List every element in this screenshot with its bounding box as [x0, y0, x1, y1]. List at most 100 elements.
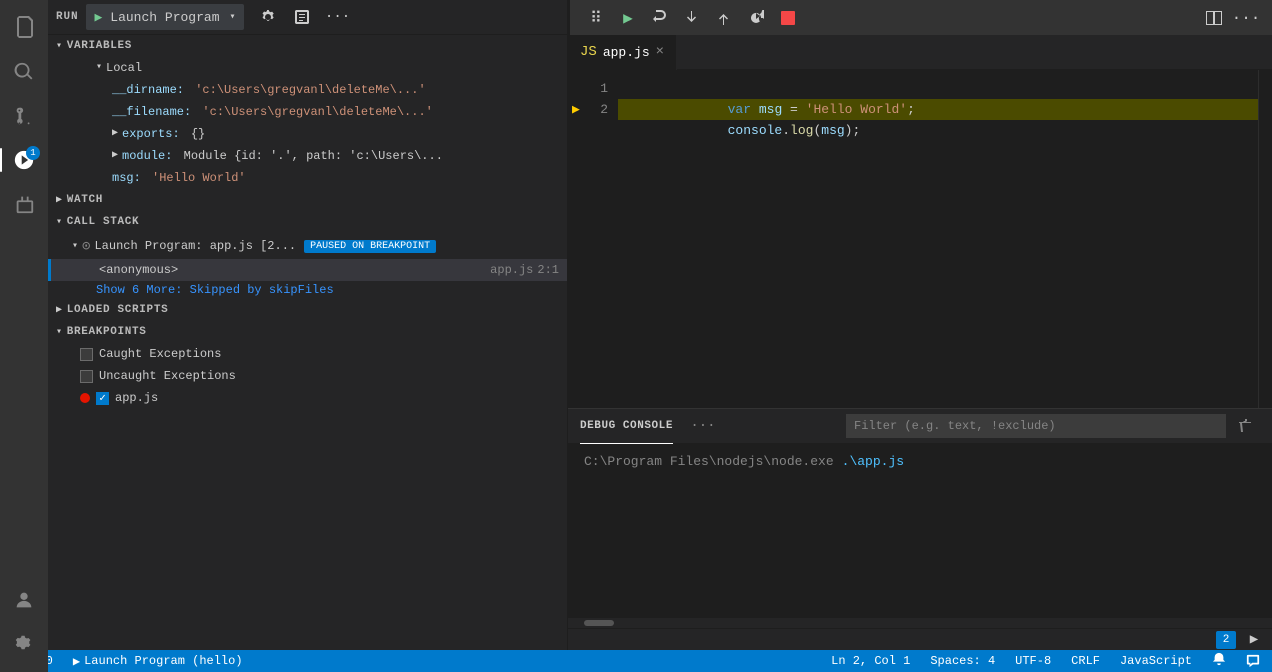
debug-arrow-icon: ▶: [572, 99, 580, 120]
tab-close-button[interactable]: ×: [656, 44, 664, 60]
chevron-down-icon: ▾: [230, 11, 236, 23]
breakpoints-chevron: ▾: [56, 326, 63, 338]
console-scrollbar[interactable]: [568, 618, 1272, 628]
status-language[interactable]: JavaScript: [1116, 654, 1196, 668]
split-editor-button[interactable]: [1200, 4, 1228, 32]
code-line-1: var msg = 'Hello World';: [618, 78, 1258, 99]
bp-caught-exceptions[interactable]: Caught Exceptions: [48, 343, 567, 365]
status-spaces[interactable]: Spaces: 4: [926, 654, 999, 668]
settings-gear-button[interactable]: [252, 3, 280, 31]
exports-chevron: ▶: [112, 124, 118, 144]
settings-icon[interactable]: [4, 624, 44, 664]
callstack-section: ▾ CALL STACK ▾ ⊙ Launch Program: app.js …: [48, 211, 567, 299]
console-more-button[interactable]: ···: [689, 412, 717, 440]
step-over-button[interactable]: [646, 4, 674, 32]
more-actions-button[interactable]: ···: [1232, 4, 1260, 32]
vertical-scrollbar[interactable]: [1258, 70, 1272, 408]
clear-console-button[interactable]: [1232, 412, 1260, 440]
loaded-scripts-header[interactable]: ▶ LOADED SCRIPTS: [48, 299, 567, 321]
session-label: Launch Program: app.js [2...: [94, 239, 296, 253]
var-filename[interactable]: __filename: 'c:\Users\gregvanl\deleteMe\…: [48, 101, 567, 123]
frame-name: <anonymous>: [99, 263, 490, 277]
toolbar-drag: ⠿: [582, 4, 610, 32]
bp-dot-icon: [80, 393, 90, 403]
module-chevron: ▶: [112, 146, 118, 166]
bp-appjs[interactable]: ✓ app.js: [48, 387, 567, 409]
status-cursor[interactable]: Ln 2, Col 1: [827, 654, 914, 668]
bottom-tabs: DEBUG CONSOLE ···: [568, 409, 1272, 444]
frame-location: 2:1: [537, 263, 559, 277]
bottom-actions: [846, 412, 1260, 440]
status-eol[interactable]: CRLF: [1067, 654, 1104, 668]
console-line-1: C:\Program Files\nodejs\node.exe .\app.j…: [584, 452, 1256, 472]
tab-label: app.js: [603, 45, 650, 60]
open-launch-button[interactable]: [288, 3, 316, 31]
watch-header[interactable]: ▶ WATCH: [48, 189, 567, 211]
console-link[interactable]: .\app.js: [842, 452, 904, 472]
variables-header[interactable]: ▾ VARIABLES: [48, 35, 567, 57]
launch-icon: ▶: [73, 654, 80, 669]
notifications-icon: [1212, 652, 1226, 670]
activity-bar: 1: [0, 0, 48, 672]
bp-uncaught-label: Uncaught Exceptions: [99, 369, 236, 383]
console-scroll-thumb[interactable]: [584, 620, 614, 626]
local-header[interactable]: ▾ Local: [48, 57, 567, 79]
bp-caught-checkbox[interactable]: [80, 348, 93, 361]
breakpoints-label: BREAKPOINTS: [67, 326, 147, 338]
loaded-scripts-chevron: ▶: [56, 304, 63, 316]
bp-caught-label: Caught Exceptions: [99, 347, 221, 361]
bp-uncaught-checkbox[interactable]: [80, 370, 93, 383]
var-msg[interactable]: msg: 'Hello World': [48, 167, 567, 189]
local-label: Local: [106, 58, 142, 78]
status-right: Ln 2, Col 1 Spaces: 4 UTF-8 CRLF JavaScr…: [827, 652, 1264, 670]
restart-button[interactable]: [742, 4, 770, 32]
line-number-1: 1: [568, 78, 618, 99]
debug-badge: 1: [26, 146, 40, 160]
debug-console-tab[interactable]: DEBUG CONSOLE: [580, 409, 673, 444]
stop-button[interactable]: [774, 4, 802, 32]
editor-bottom-bar: 2 ▶: [568, 628, 1272, 650]
bottom-forward-button[interactable]: ▶: [1244, 630, 1264, 650]
debug-toolbar: ⠿ ▶ ···: [570, 0, 1272, 35]
tab-appjs[interactable]: JS app.js ×: [568, 35, 677, 70]
show-more-link[interactable]: Show 6 More: Skipped by skipFiles: [48, 281, 567, 299]
variables-chevron: ▾: [56, 40, 63, 52]
tab-js-icon: JS: [580, 44, 597, 60]
var-module[interactable]: ▶ module: Module {id: '.', path: 'c:\Use…: [48, 145, 567, 167]
callstack-frame-anonymous[interactable]: <anonymous> app.js 2:1: [48, 259, 567, 281]
var-dirname[interactable]: __dirname: 'c:\Users\gregvanl\deleteMe\.…: [48, 79, 567, 101]
status-encoding[interactable]: UTF-8: [1011, 654, 1055, 668]
step-into-button[interactable]: [678, 4, 706, 32]
var-exports[interactable]: ▶ exports: {}: [48, 123, 567, 145]
callstack-session[interactable]: ▾ ⊙ Launch Program: app.js [2... PAUSED …: [48, 233, 567, 259]
run-title: RUN: [56, 11, 78, 23]
launch-config-dropdown[interactable]: ▶ Launch Program ▾: [86, 4, 243, 30]
console-filter-input[interactable]: [846, 414, 1226, 438]
continue-button[interactable]: ▶: [614, 4, 642, 32]
breakpoints-header[interactable]: ▾ BREAKPOINTS: [48, 321, 567, 343]
run-debug-icon[interactable]: 1: [4, 140, 44, 180]
files-icon[interactable]: [4, 8, 44, 48]
variables-section: ▾ VARIABLES ▾ Local __dirname: 'c:\Users…: [48, 35, 567, 189]
local-chevron: ▾: [96, 58, 102, 78]
status-bar: ⊗ 0 ⚠ 0 ▶ Launch Program (hello) Ln 2, C…: [0, 650, 1272, 672]
bottom-panel: DEBUG CONSOLE ··· C:\Program Files\nodej…: [568, 408, 1272, 628]
step-out-button[interactable]: [710, 4, 738, 32]
status-notifications[interactable]: [1208, 652, 1230, 670]
more-button[interactable]: ···: [324, 3, 352, 31]
extensions-icon[interactable]: [4, 184, 44, 224]
account-icon[interactable]: [4, 580, 44, 620]
search-icon[interactable]: [4, 52, 44, 92]
code-lines[interactable]: var msg = 'Hello World'; console.log(msg…: [618, 70, 1258, 408]
run-header: RUN ▶ Launch Program ▾ ···: [48, 0, 567, 35]
status-launch[interactable]: ▶ Launch Program (hello): [69, 654, 247, 669]
bp-uncaught-exceptions[interactable]: Uncaught Exceptions: [48, 365, 567, 387]
source-control-icon[interactable]: [4, 96, 44, 136]
loaded-scripts-section: ▶ LOADED SCRIPTS: [48, 299, 567, 321]
breakpoints-section: ▾ BREAKPOINTS Caught Exceptions Uncaught…: [48, 321, 567, 409]
line-count-badge: 2: [1216, 631, 1236, 649]
bp-appjs-checkbox[interactable]: ✓: [96, 392, 109, 405]
callstack-header[interactable]: ▾ CALL STACK: [48, 211, 567, 233]
status-feedback[interactable]: [1242, 654, 1264, 668]
session-chevron: ▾: [72, 240, 78, 252]
